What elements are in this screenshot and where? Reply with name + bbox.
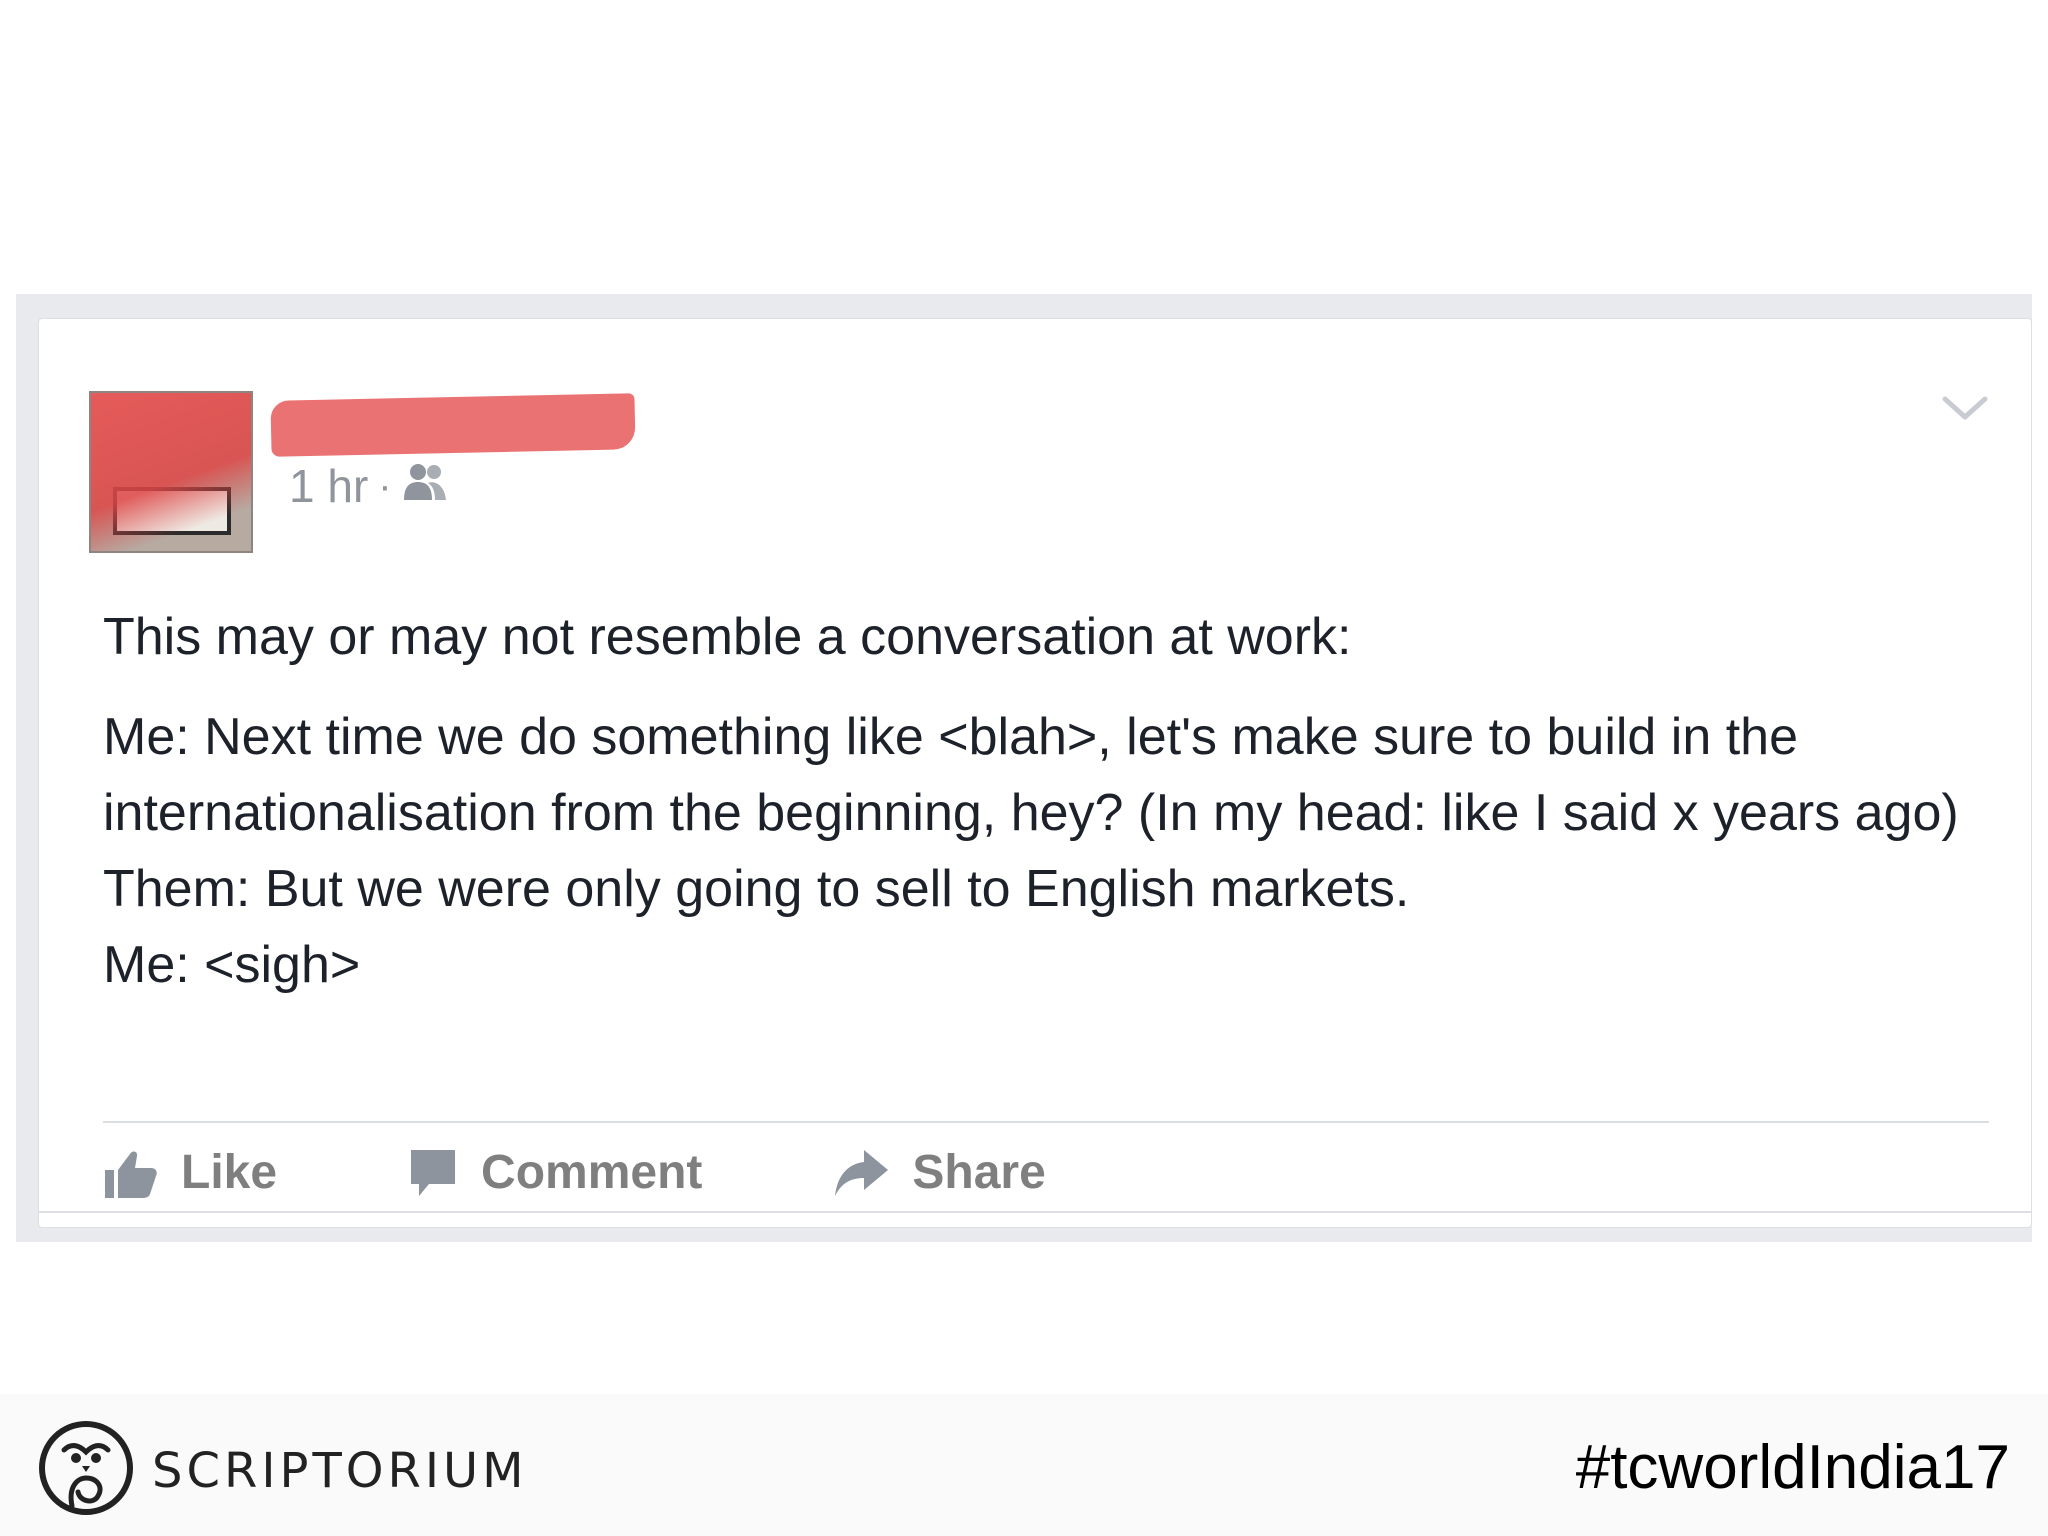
post-actions: Like Comment Share	[103, 1145, 1176, 1200]
chevron-down-icon[interactable]	[1939, 389, 1991, 429]
comment-label: Comment	[481, 1146, 703, 1199]
owl-logo-icon	[38, 1420, 134, 1521]
post-card: 1 hr · This may or may not resemble a co…	[38, 318, 2032, 1228]
post-line-them: Them: But we were only going to sell to …	[103, 860, 1410, 918]
friends-icon[interactable]	[402, 459, 448, 513]
post-intro: This may or may not resemble a conversat…	[103, 608, 1352, 666]
avatar[interactable]	[89, 391, 253, 553]
comment-button[interactable]: Comment	[407, 1145, 702, 1200]
post-meta: 1 hr ·	[289, 459, 448, 513]
meta-separator: ·	[378, 464, 392, 508]
author-name-redaction	[270, 393, 636, 457]
post-line-me-1: Me: Next time we do something like <blah…	[103, 708, 1959, 842]
slide-footer: SCRIPTORIUM #tcworldIndia17	[0, 1394, 2048, 1536]
share-label: Share	[912, 1146, 1046, 1199]
post-timestamp[interactable]: 1 hr	[289, 459, 368, 513]
share-button[interactable]: Share	[832, 1145, 1046, 1200]
post-body: This may or may not resemble a conversat…	[103, 599, 2033, 1003]
like-button[interactable]: Like	[103, 1145, 277, 1200]
card-bottom-border	[39, 1211, 2031, 1213]
brand: SCRIPTORIUM	[38, 1420, 528, 1521]
avatar-redaction	[91, 393, 251, 551]
actions-divider	[103, 1121, 1989, 1123]
brand-name: SCRIPTORIUM	[152, 1442, 528, 1499]
facebook-post-screenshot: 1 hr · This may or may not resemble a co…	[16, 294, 2032, 1242]
event-hashtag: #tcworldIndia17	[1575, 1433, 2010, 1502]
like-label: Like	[181, 1146, 278, 1199]
post-line-me-2: Me: <sigh>	[103, 936, 361, 994]
share-arrow-icon	[832, 1146, 890, 1200]
thumbs-up-icon	[103, 1146, 159, 1200]
comment-bubble-icon	[407, 1146, 459, 1200]
